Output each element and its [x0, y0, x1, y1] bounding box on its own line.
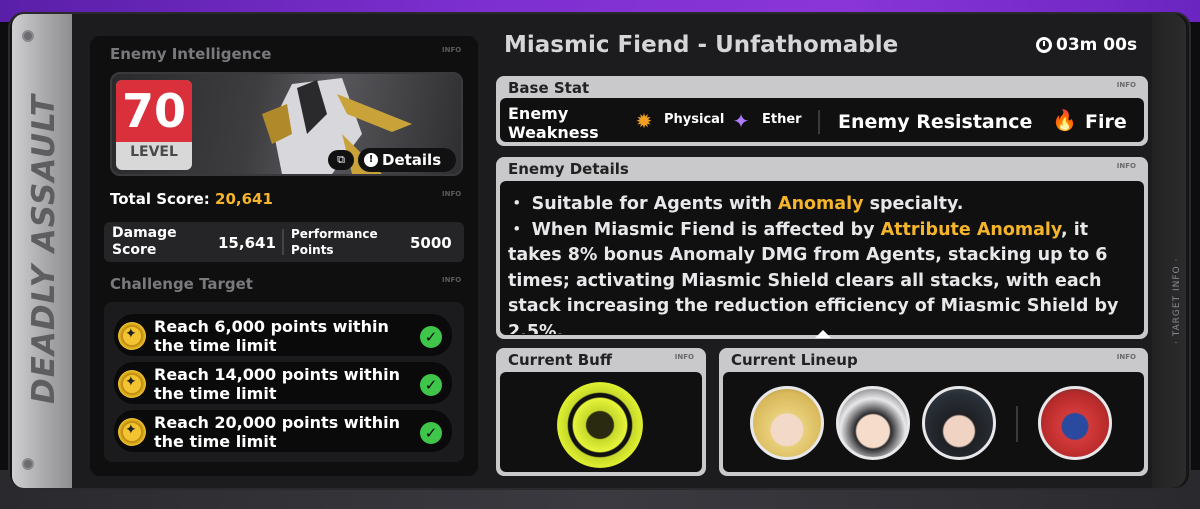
fire-attribute-icon: 🔥 [1052, 108, 1077, 132]
challenge-target-item: Reach 6,000 points withinthe time limit … [114, 314, 452, 356]
details-button-label: Details [382, 151, 442, 169]
challenge-target-text: Reach 20,000 points within the time limit [154, 413, 400, 451]
physical-attribute-icon: ✹ [635, 109, 653, 133]
enemy-resistance-label: Enemy Resistance [838, 111, 1033, 133]
performance-points-label: Performance Points [291, 227, 378, 257]
check-icon: ✓ [420, 374, 442, 396]
total-score-label: Total Score: [110, 190, 210, 208]
star-coin-icon [118, 322, 146, 350]
agent-avatar[interactable] [750, 386, 824, 460]
level-value: 70 [116, 80, 192, 142]
clock-icon [1036, 37, 1052, 53]
info-tag: INFO [442, 46, 462, 54]
buff-icon[interactable] [557, 382, 643, 468]
weakness-ether: Ether [762, 112, 802, 127]
right-strip: · TARGET INFO · [1152, 14, 1186, 488]
info-tag: INFO [1116, 162, 1136, 170]
info-tag: INFO [1116, 353, 1136, 361]
star-coin-icon [118, 370, 146, 398]
screw-icon [22, 458, 34, 470]
check-icon: ✓ [420, 422, 442, 444]
deadly-assault-label: DEADLY ASSAULT [26, 94, 62, 404]
resistance-fire: Fire [1085, 111, 1127, 133]
agent-avatar[interactable] [922, 386, 996, 460]
timer: 03m 00s [1036, 35, 1137, 55]
challenge-target-title: Challenge Target [110, 275, 253, 293]
info-tag: INFO [442, 190, 462, 198]
enemy-details-header: Enemy Details [508, 160, 629, 178]
info-tag: INFO [674, 353, 694, 361]
damage-score-label: Damage Score [112, 225, 177, 258]
clock-details-icon: ! [364, 153, 378, 167]
bangboo-avatar[interactable] [1038, 386, 1112, 460]
expand-icon: ⧉ [337, 153, 345, 166]
scroll-more-icon[interactable] [815, 330, 831, 338]
challenge-target-item: Reach 14,000 points withinthe time limit… [114, 362, 452, 404]
level-badge: 70 LEVEL [116, 80, 192, 170]
performance-points-value: 5000 [410, 234, 452, 252]
check-icon: ✓ [420, 326, 442, 348]
score-divider [282, 229, 284, 255]
star-coin-icon [118, 418, 146, 446]
enemy-weakness-label: Enemy Weakness [508, 104, 599, 142]
weakness-physical: Physical [664, 112, 725, 127]
enemy-details-text[interactable]: ・ Suitable for Agents with Anomaly speci… [508, 192, 1138, 334]
damage-score-value: 15,641 [218, 234, 276, 252]
details-button[interactable]: ! Details [358, 148, 456, 172]
total-score: Total Score: 20,641 [110, 190, 273, 208]
current-lineup-header: Current Lineup [731, 351, 858, 369]
boss-title: Miasmic Fiend - Unfathomable [504, 32, 899, 58]
lineup-divider [1016, 406, 1018, 442]
challenge-target-text: Reach 14,000 points within the time limit [154, 365, 400, 403]
challenge-target-item: Reach 20,000 points withinthe time limit… [114, 410, 452, 452]
challenge-target-text: Reach 6,000 points within the time limit [154, 317, 389, 355]
agent-avatar[interactable] [836, 386, 910, 460]
total-score-value: 20,641 [215, 190, 273, 208]
target-info-label: · TARGET INFO · [1172, 257, 1182, 344]
current-buff-header: Current Buff [508, 351, 612, 369]
stat-divider [818, 110, 820, 134]
side-rail: DEADLY ASSAULT [12, 14, 72, 488]
screw-icon [22, 30, 34, 42]
expand-button[interactable]: ⧉ [328, 150, 354, 170]
timer-value: 03m 00s [1056, 35, 1138, 55]
ether-attribute-icon: ✦ [732, 109, 750, 133]
enemy-intelligence-title: Enemy Intelligence [110, 45, 272, 63]
info-tag: INFO [442, 276, 462, 284]
base-stat-header: Base Stat [508, 79, 590, 97]
info-tag: INFO [1116, 81, 1136, 89]
level-label: LEVEL [130, 144, 178, 160]
